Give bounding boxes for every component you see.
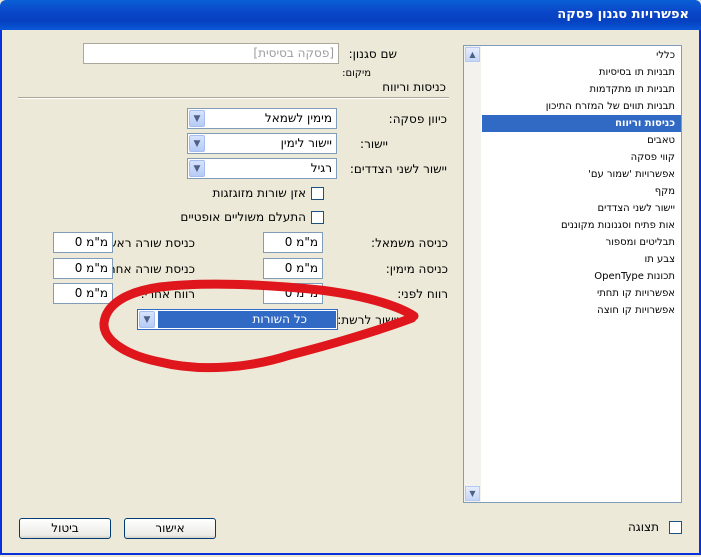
justify-label: יישור לשני הצדדים: bbox=[349, 162, 447, 176]
chevron-down-icon[interactable]: ▼ bbox=[189, 135, 205, 152]
category-item[interactable]: צבע תו bbox=[482, 251, 681, 268]
first-line-indent-value: 0 מ"מ bbox=[74, 235, 108, 249]
chevron-down-icon[interactable]: ▼ bbox=[139, 311, 155, 328]
left-indent-value: 0 מ"מ bbox=[284, 235, 318, 249]
style-name-field[interactable]: [פסקה בסיסית] bbox=[83, 43, 339, 64]
preview-checkbox[interactable] bbox=[669, 521, 682, 534]
paragraph-direction-select[interactable]: מימין לשמאל ▼ bbox=[187, 108, 337, 129]
align-to-grid-value: כל השורות bbox=[252, 312, 307, 326]
balance-ragged-label[interactable]: אזן שורות מזוגזגות bbox=[212, 186, 306, 200]
scroll-down-icon[interactable]: ▼ bbox=[465, 486, 480, 501]
preview-label[interactable]: תצוגה bbox=[628, 520, 659, 534]
category-item[interactable]: תבניות תו מתקדמות bbox=[482, 81, 681, 98]
category-item[interactable]: כניסות וריווח bbox=[482, 115, 681, 132]
space-after-label: רווח אחרי: bbox=[140, 287, 195, 301]
cancel-button[interactable]: ביטול bbox=[19, 518, 111, 539]
space-before-input[interactable]: 0 מ"מ bbox=[263, 283, 323, 304]
category-item[interactable]: קווי פסקה bbox=[482, 149, 681, 166]
category-item[interactable]: תבליטים ומספור bbox=[482, 234, 681, 251]
category-item[interactable]: אות פתיח וסגנונות מקוננים bbox=[482, 217, 681, 234]
align-to-grid-select[interactable]: כל השורות ▼ bbox=[137, 309, 338, 330]
category-item[interactable]: מקף bbox=[482, 183, 681, 200]
category-item[interactable]: יישור לשני הצדדים bbox=[482, 200, 681, 217]
justify-select[interactable]: רגיל ▼ bbox=[187, 158, 337, 179]
category-item[interactable]: אפשרויות 'שמור עם' bbox=[482, 166, 681, 183]
category-item[interactable]: אפשרויות קו חוצה bbox=[482, 302, 681, 319]
ignore-optical-checkbox[interactable] bbox=[311, 211, 324, 224]
title-bar: אפשרויות סגנון פסקה bbox=[0, 0, 701, 30]
chevron-down-icon[interactable]: ▼ bbox=[189, 110, 205, 127]
section-title: כניסות וריווח bbox=[382, 80, 446, 94]
category-item[interactable]: תבניות תו בסיסיות bbox=[482, 64, 681, 81]
align-to-grid-label: יישור לרשת: bbox=[337, 313, 399, 327]
first-line-indent-input[interactable]: 0 מ"מ bbox=[53, 232, 113, 253]
paragraph-direction-label: כיוון פסקה: bbox=[388, 112, 447, 126]
left-indent-label: כניסה משמאל: bbox=[371, 236, 448, 250]
ignore-optical-label[interactable]: התעלם משוליים אופטיים bbox=[180, 210, 306, 224]
category-item[interactable]: אפשרויות קו תחתי bbox=[482, 285, 681, 302]
ok-button[interactable]: אישור bbox=[124, 518, 216, 539]
space-before-label: רווח לפני: bbox=[397, 287, 448, 301]
category-scrollbar[interactable]: ▲ ▼ bbox=[464, 46, 481, 502]
category-item[interactable]: תבניות תווים של המזרח התיכון bbox=[482, 98, 681, 115]
paragraph-direction-value: מימין לשמאל bbox=[264, 111, 332, 125]
category-list[interactable]: ▲ ▼ כללי תבניות תו בסיסיות תבניות תו מתקדמ… bbox=[463, 45, 682, 503]
alignment-label: יישור: bbox=[360, 137, 388, 151]
space-before-value: 0 מ"מ bbox=[284, 286, 318, 300]
style-name-value: [פסקה בסיסית] bbox=[253, 46, 334, 60]
last-line-indent-input[interactable]: 0 מ"מ bbox=[53, 258, 113, 279]
category-item[interactable]: טאבים bbox=[482, 132, 681, 149]
balance-ragged-checkbox[interactable] bbox=[311, 187, 324, 200]
space-after-input[interactable]: 0 מ"מ bbox=[53, 283, 113, 304]
space-after-value: 0 מ"מ bbox=[74, 286, 108, 300]
scroll-up-icon[interactable]: ▲ bbox=[465, 47, 480, 62]
left-indent-input[interactable]: 0 מ"מ bbox=[263, 232, 323, 253]
style-name-label: שם סגנון: bbox=[348, 47, 397, 61]
align-to-grid-highlight bbox=[158, 311, 336, 328]
right-indent-label: כניסה מימין: bbox=[385, 262, 448, 276]
right-indent-value: 0 מ"מ bbox=[284, 261, 318, 275]
section-separator bbox=[18, 97, 449, 99]
location-label: מיקום: bbox=[342, 68, 371, 79]
justify-value: רגיל bbox=[310, 161, 332, 175]
right-indent-input[interactable]: 0 מ"מ bbox=[263, 258, 323, 279]
category-item[interactable]: כללי bbox=[482, 47, 681, 64]
alignment-select[interactable]: יישור לימין ▼ bbox=[187, 133, 337, 154]
last-line-indent-value: 0 מ"מ bbox=[74, 261, 108, 275]
category-item[interactable]: תכונות OpenType bbox=[482, 268, 681, 285]
window-title: אפשרויות סגנון פסקה bbox=[557, 7, 689, 22]
chevron-down-icon[interactable]: ▼ bbox=[189, 160, 205, 177]
alignment-value: יישור לימין bbox=[280, 136, 332, 150]
